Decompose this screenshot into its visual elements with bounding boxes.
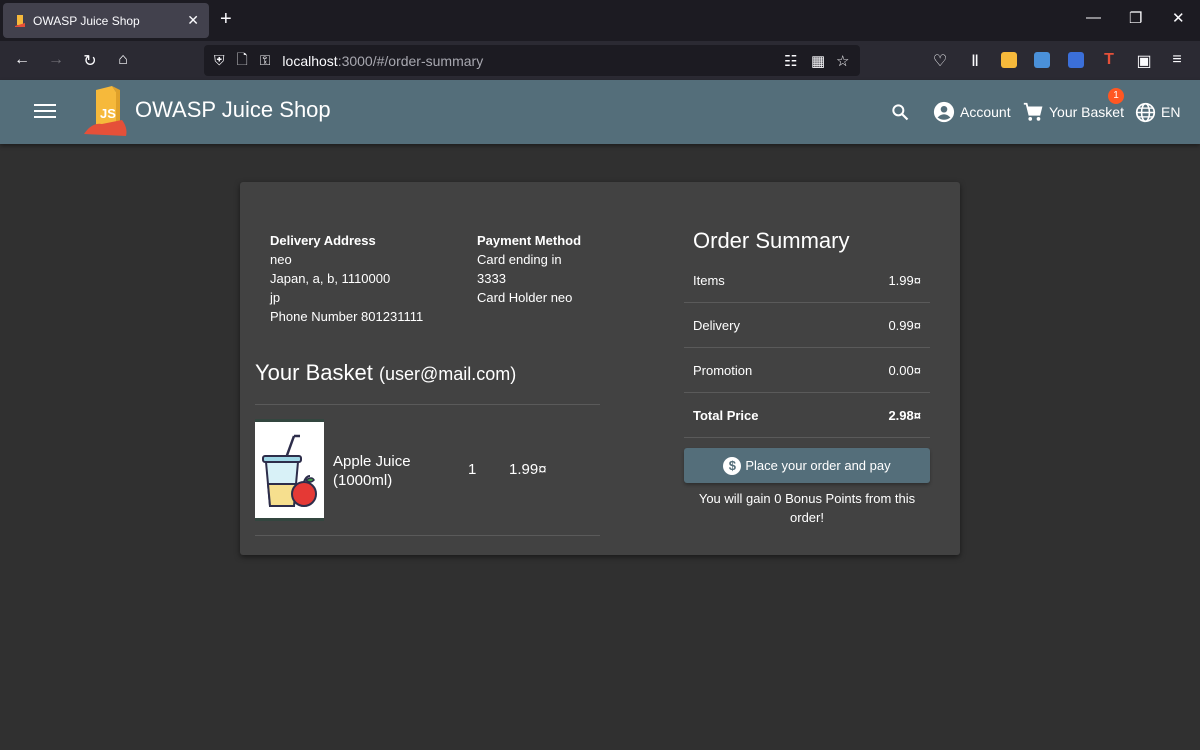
basket-divider-bottom <box>255 535 600 536</box>
juice-shop-favicon-icon <box>15 14 25 27</box>
browser-tab[interactable]: OWASP Juice Shop ✕ <box>3 3 209 38</box>
product-image <box>255 419 324 521</box>
app-title[interactable]: OWASP Juice Shop <box>135 97 331 123</box>
basket-count-badge: 1 <box>1108 88 1124 104</box>
basket-title: Your Basket <box>255 360 373 385</box>
card-ending-number: 3333 <box>477 271 506 286</box>
juice-shop-logo[interactable]: JS <box>82 84 132 140</box>
basket-label: Your Basket <box>1049 104 1124 120</box>
app-toolbar: JS OWASP Juice Shop Account Your Basket … <box>0 80 1200 144</box>
product-quantity: 1 <box>468 461 477 478</box>
basket-divider-top <box>255 404 600 405</box>
account-label: Account <box>960 104 1011 120</box>
address-bar[interactable]: ⛨ 🗋 ⚿ localhost:3000/#/order-summary ☷ ▦… <box>204 45 860 76</box>
order-summary-card: Delivery Address neo Japan, a, b, 111000… <box>240 182 960 555</box>
place-order-button[interactable]: $ Place your order and pay <box>684 448 930 483</box>
shield-icon[interactable]: ⛨ <box>214 52 225 69</box>
reload-icon[interactable]: ↻ <box>80 51 100 71</box>
browser-menu-icon[interactable]: ≡ <box>1167 51 1187 69</box>
home-icon[interactable]: ⌂ <box>113 51 133 69</box>
delivery-name: neo <box>270 252 292 267</box>
bookmark-star-icon[interactable]: ☆ <box>836 52 849 70</box>
tab-title: OWASP Juice Shop <box>33 13 140 28</box>
delivery-country: jp <box>270 290 281 305</box>
summary-label: Promotion <box>693 362 753 378</box>
delivery-address-heading: Delivery Address <box>270 233 376 248</box>
product-price: 1.99¤ <box>509 461 547 478</box>
account-button[interactable]: Account <box>933 100 1011 124</box>
payment-method-heading: Payment Method <box>477 233 582 248</box>
summary-value: 1.99¤ <box>888 272 921 288</box>
summary-row-delivery: Delivery 0.99¤ <box>684 303 930 348</box>
card-ending-label: Card ending in <box>477 252 562 267</box>
library-icon[interactable]: Ⅱ <box>965 51 985 71</box>
delivery-street: Japan, a, b, 1110000 <box>270 271 391 286</box>
t-extension-icon[interactable]: T <box>1099 51 1119 69</box>
summary-value: 0.99¤ <box>888 317 921 333</box>
language-button[interactable]: EN <box>1135 100 1180 124</box>
key-icon[interactable]: ⚿ <box>260 52 271 69</box>
language-extension-icon[interactable] <box>1068 52 1084 68</box>
svg-text:JS: JS <box>100 106 116 121</box>
browser-tab-bar: OWASP Juice Shop ✕ + — ❐ ✕ <box>0 0 1200 41</box>
url-host: localhost <box>282 52 338 69</box>
summary-label: Items <box>693 272 725 288</box>
summary-row-items: Items 1.99¤ <box>684 258 930 303</box>
apple-juice-icon <box>262 434 317 507</box>
pocket-icon[interactable]: ♡ <box>930 51 950 71</box>
globe-icon <box>1135 102 1156 122</box>
delivery-address: Delivery Address neo Japan, a, b, 111000… <box>270 231 423 326</box>
translate-extension-icon[interactable] <box>1034 52 1050 68</box>
window-close-icon[interactable]: ✕ <box>1172 9 1185 27</box>
url-text[interactable]: localhost:3000/#/order-summary <box>282 53 483 69</box>
translate-icon[interactable]: ☷ <box>784 52 797 70</box>
shopping-cart-icon <box>1023 102 1043 121</box>
local-extension-icon[interactable] <box>1001 52 1017 68</box>
browser-nav-bar: ← → ↻ ⌂ ⛨ 🗋 ⚿ localhost:3000/#/order-sum… <box>0 41 1200 80</box>
url-path: :3000/#/order-summary <box>337 52 484 69</box>
tab-close-icon[interactable]: ✕ <box>187 12 199 29</box>
summary-value: 0.00¤ <box>888 362 921 378</box>
order-summary-title: Order Summary <box>693 228 850 253</box>
search-icon <box>892 104 909 121</box>
payment-method: Payment Method Card ending in 3333 Card … <box>477 231 581 307</box>
qr-icon[interactable]: ▦ <box>811 52 825 70</box>
card-holder: Card Holder neo <box>477 290 573 305</box>
language-label: EN <box>1161 104 1181 120</box>
account-circle-icon <box>933 101 955 123</box>
basket-button[interactable]: Your Basket <box>1022 100 1124 124</box>
summary-label: Delivery <box>693 317 740 333</box>
new-tab-button[interactable]: + <box>220 8 232 31</box>
back-icon[interactable]: ← <box>12 51 32 69</box>
minimize-icon[interactable]: — <box>1086 9 1101 26</box>
summary-label: Total Price <box>693 407 759 423</box>
basket-heading: Your Basket (user@mail.com) <box>255 360 516 386</box>
place-order-label: Place your order and pay <box>745 458 891 473</box>
bonus-points-text: You will gain 0 Bonus Points from this o… <box>698 491 916 525</box>
delivery-phone: Phone Number 801231111 <box>270 309 424 324</box>
menu-icon[interactable] <box>34 100 56 124</box>
summary-row-total: Total Price 2.98¤ <box>684 393 930 438</box>
extensions-icon[interactable]: ▣ <box>1134 51 1154 71</box>
search-button[interactable] <box>890 100 915 124</box>
forward-icon[interactable]: → <box>46 51 66 69</box>
dollar-icon: $ <box>723 456 742 475</box>
basket-user-email: (user@mail.com) <box>378 364 517 384</box>
summary-row-promotion: Promotion 0.00¤ <box>684 348 930 393</box>
page-icon: 🗋 <box>236 50 248 67</box>
restore-icon[interactable]: ❐ <box>1129 9 1142 27</box>
product-name: Apple Juice (1000ml) <box>333 453 411 489</box>
summary-value: 2.98¤ <box>888 407 921 423</box>
